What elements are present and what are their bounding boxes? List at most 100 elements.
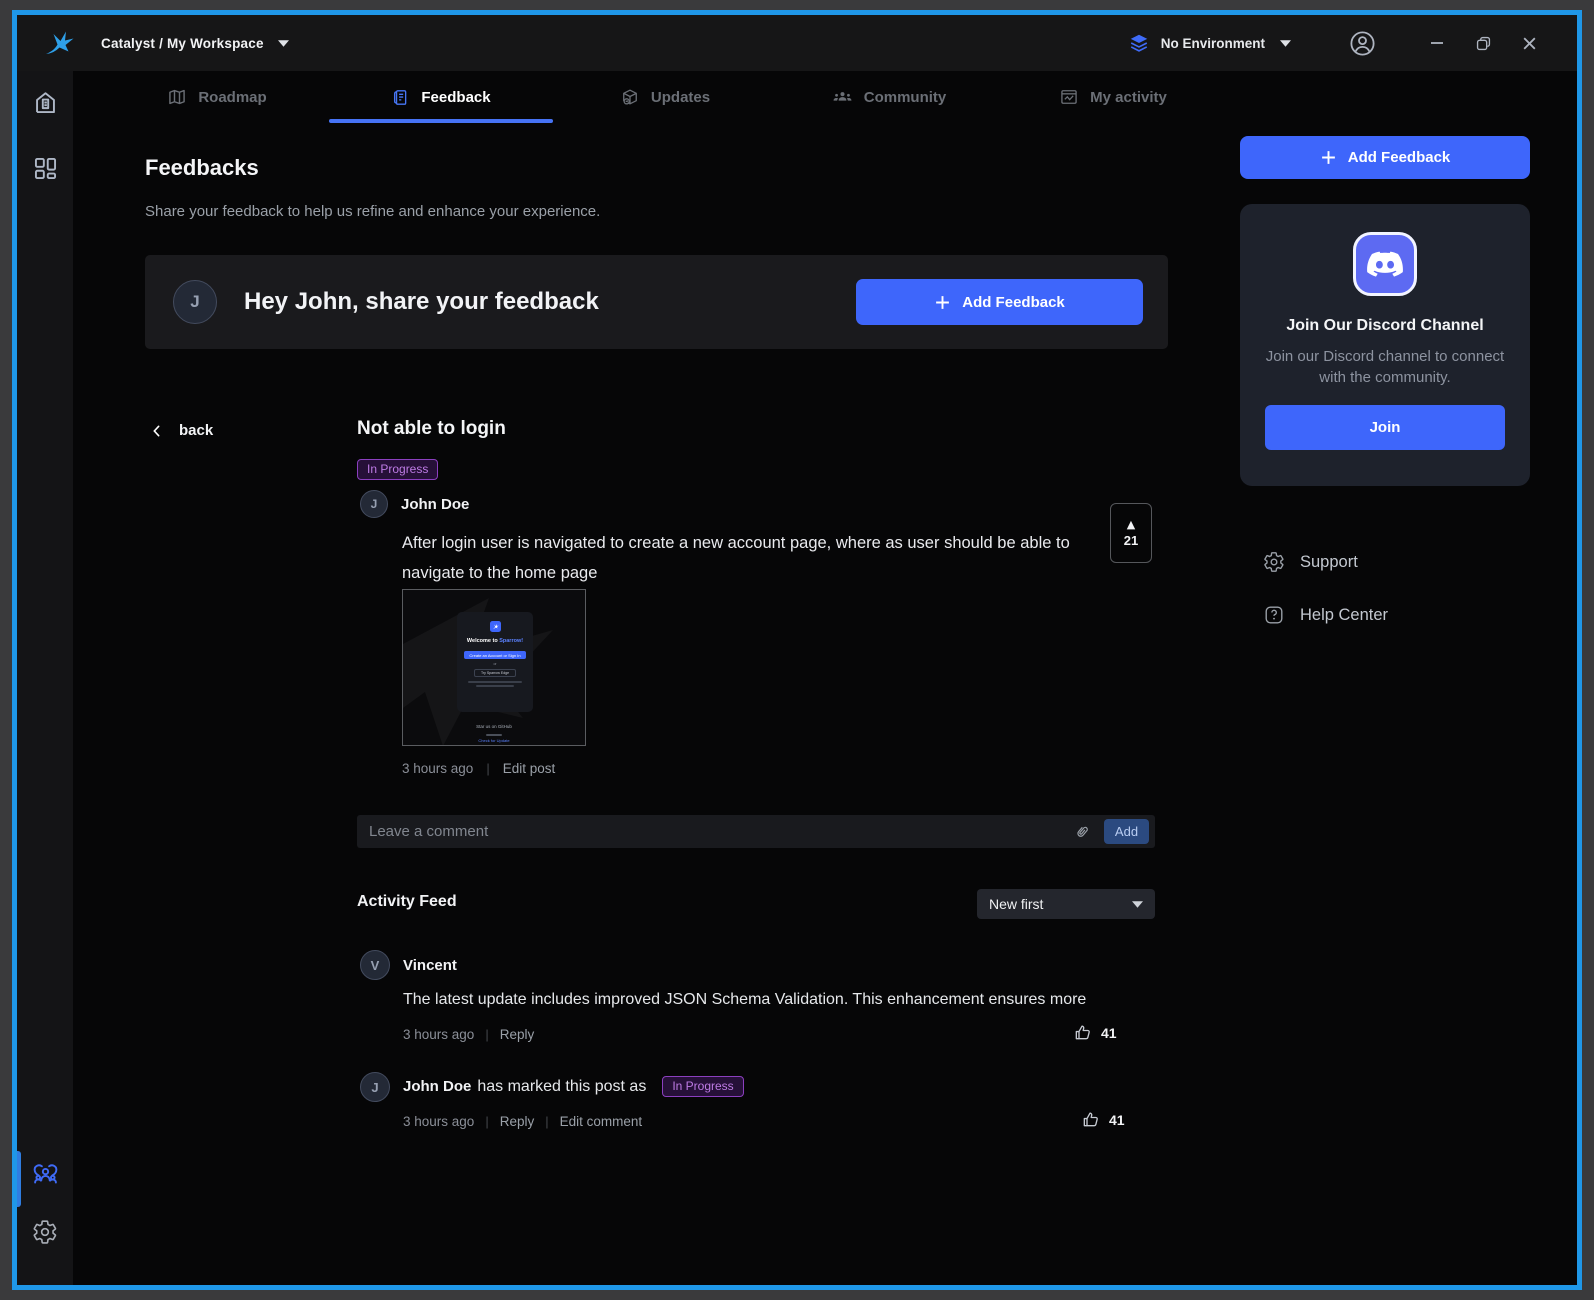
close-button[interactable] xyxy=(1519,33,1539,53)
author-name: John Doe xyxy=(401,496,469,513)
avatar: V xyxy=(360,950,390,980)
user-account-icon xyxy=(1348,29,1377,58)
environment-selector[interactable]: No Environment xyxy=(1128,32,1291,54)
post-timestamp: 3 hours ago xyxy=(402,761,473,776)
comment-text: The latest update includes improved JSON… xyxy=(403,991,1163,1009)
avatar: J xyxy=(173,280,217,324)
people-group-icon xyxy=(832,87,853,108)
comment-timestamp: 3 hours ago xyxy=(403,1114,474,1129)
post-attachment-thumbnail[interactable]: Welcome to Sparrow! Create an Account or… xyxy=(402,589,586,746)
tab-roadmap[interactable]: Roadmap xyxy=(105,71,329,123)
gear-icon xyxy=(1263,551,1285,573)
mini-footer: Check for Update xyxy=(403,734,585,743)
sidebar-item-home[interactable] xyxy=(30,87,60,117)
join-discord-button[interactable]: Join xyxy=(1265,405,1505,450)
home-icon xyxy=(32,89,59,116)
status-badge: In Progress xyxy=(662,1076,743,1097)
tab-feedback[interactable]: Feedback xyxy=(329,71,553,123)
restore-button[interactable] xyxy=(1473,33,1493,53)
mini-text-bar xyxy=(468,681,522,683)
discord-icon xyxy=(1353,232,1417,296)
like-count: 41 xyxy=(1109,1112,1125,1128)
vote-count: 21 xyxy=(1124,533,1138,548)
tab-label: Updates xyxy=(651,89,710,106)
discord-card: Join Our Discord Channel Join our Discor… xyxy=(1240,204,1530,486)
back-button[interactable]: back xyxy=(149,422,213,439)
support-label: Support xyxy=(1300,553,1358,572)
package-box-icon xyxy=(620,87,640,107)
discord-card-title: Join Our Discord Channel xyxy=(1286,317,1483,335)
post-body: After login user is navigated to create … xyxy=(402,528,1107,588)
sort-selected-value: New first xyxy=(989,896,1043,912)
help-center-label: Help Center xyxy=(1300,606,1388,625)
close-icon xyxy=(1521,35,1538,52)
comment-input[interactable] xyxy=(369,823,1070,840)
thumbs-up-icon xyxy=(1073,1023,1093,1043)
account-button[interactable] xyxy=(1347,28,1377,58)
avatar: J xyxy=(360,490,388,518)
chevron-down-icon xyxy=(1280,40,1291,47)
reply-link[interactable]: Reply xyxy=(500,1114,535,1129)
divider: | xyxy=(485,1027,488,1042)
back-label: back xyxy=(179,422,213,439)
sparrow-logo-mini-icon xyxy=(490,621,501,632)
tab-my-activity[interactable]: My activity xyxy=(1001,71,1225,123)
grid-blocks-icon xyxy=(32,155,59,182)
like-button[interactable]: 41 xyxy=(1081,1110,1125,1130)
help-center-link[interactable]: Help Center xyxy=(1263,604,1388,626)
edit-comment-link[interactable]: Edit comment xyxy=(560,1114,643,1129)
activity-line: John Doe has marked this post as In Prog… xyxy=(403,1076,744,1097)
divider: | xyxy=(486,761,489,776)
mini-update-link: Check for Update xyxy=(478,738,509,743)
tab-label: Roadmap xyxy=(198,89,266,106)
tab-bar: Roadmap Feedback xyxy=(105,71,1225,123)
tab-updates[interactable]: Updates xyxy=(553,71,777,123)
up-arrow-icon: ▲ xyxy=(1127,519,1135,530)
minimize-button[interactable] xyxy=(1427,33,1447,53)
sidebar-item-community[interactable] xyxy=(30,1159,60,1189)
community-icon xyxy=(31,1160,60,1189)
left-rail xyxy=(17,71,73,1285)
discord-card-description: Join our Discord channel to connect with… xyxy=(1265,346,1505,388)
comment-bar: Add xyxy=(357,815,1155,848)
like-button[interactable]: 41 xyxy=(1073,1023,1117,1043)
settings-gear-icon xyxy=(32,1219,58,1245)
chevron-left-icon xyxy=(149,423,165,439)
restore-window-icon xyxy=(1474,34,1493,53)
comment-meta-row: 3 hours ago | Reply xyxy=(403,1027,534,1042)
help-icon xyxy=(1263,604,1285,626)
reply-link[interactable]: Reply xyxy=(500,1027,535,1042)
divider: | xyxy=(485,1114,488,1129)
paperclip-icon xyxy=(1069,819,1094,844)
sort-dropdown[interactable]: New first xyxy=(977,889,1155,919)
commenter-name: Vincent xyxy=(403,957,457,974)
support-link[interactable]: Support xyxy=(1263,551,1358,573)
workspace-label: Catalyst / My Workspace xyxy=(101,36,264,51)
attach-file-button[interactable] xyxy=(1070,820,1094,844)
sidebar-item-collections[interactable] xyxy=(30,153,60,183)
status-badge: In Progress xyxy=(357,459,438,480)
mini-login-card: Welcome to Sparrow! Create an Account or… xyxy=(457,612,533,712)
mini-signin-button: Create an Account or Sign In xyxy=(464,651,526,659)
mini-or-divider: or xyxy=(493,662,496,666)
add-feedback-button-sidebar[interactable]: Add Feedback xyxy=(1240,136,1530,179)
workspace-selector[interactable]: Catalyst / My Workspace xyxy=(101,36,289,51)
feedback-hero-card: J Hey John, share your feedback Add Feed… xyxy=(145,255,1168,349)
sidebar-item-settings[interactable] xyxy=(30,1217,60,1247)
tab-community[interactable]: Community xyxy=(777,71,1001,123)
edit-post-link[interactable]: Edit post xyxy=(503,761,556,776)
add-comment-button[interactable]: Add xyxy=(1104,819,1149,844)
add-feedback-button[interactable]: Add Feedback xyxy=(856,279,1143,325)
titlebar: Catalyst / My Workspace No Environment xyxy=(17,15,1577,71)
plus-icon xyxy=(1320,149,1337,166)
mini-edge-button: Try Sparrow Edge xyxy=(474,669,516,677)
like-count: 41 xyxy=(1101,1025,1117,1041)
active-tab-underline xyxy=(329,119,553,123)
upvote-button[interactable]: ▲ 21 xyxy=(1110,503,1152,563)
map-icon xyxy=(167,87,187,107)
active-rail-indicator xyxy=(17,1151,21,1207)
mini-welcome-title: Welcome to Sparrow! xyxy=(467,638,523,644)
commenter-name: John Doe xyxy=(403,1078,471,1095)
divider: | xyxy=(545,1114,548,1129)
environment-label: No Environment xyxy=(1161,36,1265,51)
